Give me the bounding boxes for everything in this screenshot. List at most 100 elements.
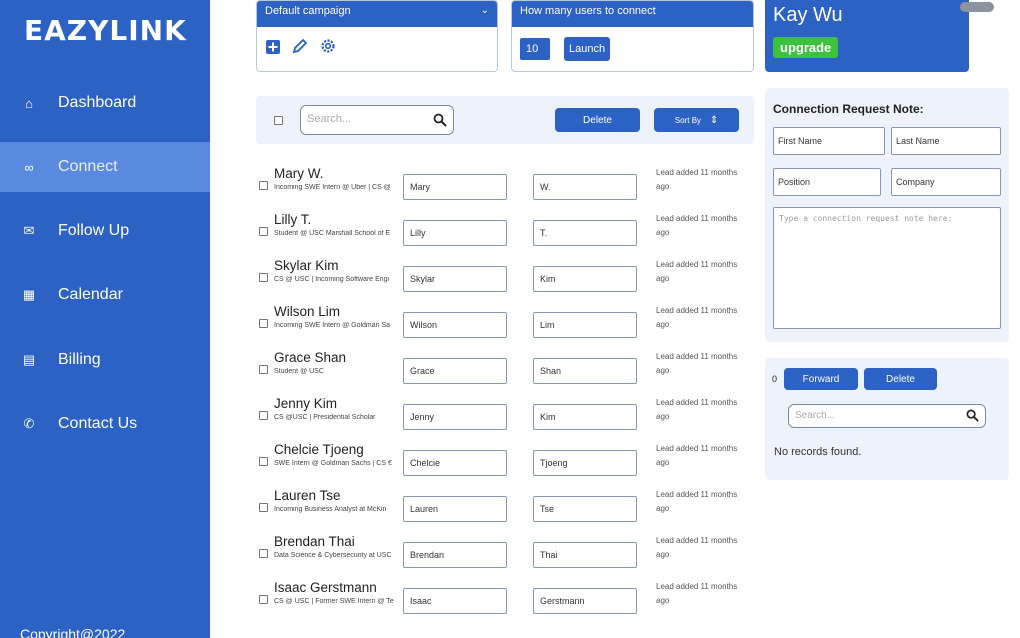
lead-headline: Student @ USC: [274, 368, 324, 375]
row-checkbox[interactable]: [259, 595, 268, 604]
sidebar-item-label: Follow Up: [58, 222, 130, 239]
lead-name: Grace Shan: [274, 350, 347, 365]
last-name-input[interactable]: Shan: [533, 358, 637, 384]
lead-headline: CS @ USC | Incoming Software Engi: [274, 276, 390, 283]
upgrade-button[interactable]: upgrade: [773, 37, 839, 58]
lead-added-time: Lead added 11 months ago: [656, 490, 738, 513]
first-name-input[interactable]: Lauren: [403, 496, 507, 522]
campaign-panel: Default campaign ⌄: [256, 0, 498, 72]
table-row: Chelcie Tjoeng SWE Intern @ Goldman Sachs…: [256, 442, 754, 488]
last-name-input[interactable]: Kim: [533, 404, 637, 430]
lead-name: Lauren Tse: [274, 488, 341, 503]
last-name-input[interactable]: Tjoeng: [533, 450, 637, 476]
row-checkbox[interactable]: [259, 181, 268, 190]
lead-name: Wilson Lim: [274, 304, 341, 319]
row-checkbox[interactable]: [259, 319, 268, 328]
table-row: Skylar Kim CS @ USC | Incoming Software E…: [256, 258, 754, 304]
first-name-input[interactable]: Lilly: [403, 220, 507, 246]
table-row: Mary W. Incoming SWE Intern @ Uber | CS @…: [256, 166, 754, 212]
last-name-input[interactable]: Kim: [533, 266, 637, 292]
first-name-input[interactable]: Jenny: [403, 404, 507, 430]
company-field[interactable]: Company: [891, 168, 1001, 196]
forward-delete-button[interactable]: Delete: [864, 368, 937, 390]
sidebar-item-dashboard[interactable]: ⌂ Dashboard: [0, 78, 210, 128]
empty-records-message: No records found.: [774, 446, 862, 458]
lead-added-time: Lead added 11 months ago: [656, 582, 738, 605]
last-name-input[interactable]: Thai: [533, 542, 637, 568]
connection-note-panel: Connection Request Note: First Name Last…: [765, 88, 1009, 342]
leads-search-input[interactable]: Search...: [300, 105, 454, 135]
row-checkbox[interactable]: [259, 411, 268, 420]
sidebar-item-label: Billing: [58, 351, 101, 368]
connection-note-textarea[interactable]: Type a connection request note here:: [773, 207, 1001, 329]
sort-by-button[interactable]: Sort By ⇕: [654, 108, 739, 132]
last-name-input[interactable]: Lim: [533, 312, 637, 338]
lead-added-time: Lead added 11 months ago: [656, 168, 738, 191]
lead-name: Chelcie Tjoeng: [274, 442, 364, 457]
pencil-icon[interactable]: [291, 37, 309, 55]
position-field[interactable]: Position: [773, 168, 881, 196]
row-checkbox[interactable]: [259, 365, 268, 374]
search-placeholder: Search...: [307, 113, 352, 125]
select-all-checkbox[interactable]: [274, 116, 283, 125]
last-name-input[interactable]: Tse: [533, 496, 637, 522]
lead-added-time: Lead added 11 months ago: [656, 444, 738, 467]
connect-panel-title: How many users to connect: [512, 1, 753, 27]
sidebar-item-label: Contact Us: [58, 415, 138, 432]
row-checkbox[interactable]: [259, 227, 268, 236]
plus-square-icon[interactable]: [265, 39, 281, 55]
lead-headline: CS @ USC | Former SWE Intern @ Te: [274, 598, 394, 605]
campaign-select[interactable]: Default campaign ⌄: [257, 1, 497, 27]
sidebar: EAZYLINK ⌂ Dashboard ∞ Connect ✉ Follow Up ▦ Ca…: [0, 0, 210, 638]
copyright: Copyright@2022: [20, 626, 126, 638]
lead-name: Lilly T.: [274, 212, 312, 227]
user-name: Kay Wu: [773, 4, 843, 26]
gear-icon[interactable]: [319, 37, 337, 55]
last-name-input[interactable]: W.: [533, 174, 637, 200]
table-row: Wilson Lim Incoming SWE Intern @ Goldman …: [256, 304, 754, 350]
delete-button[interactable]: Delete: [555, 108, 640, 132]
sidebar-item-label: Connect: [58, 158, 118, 175]
link-icon: ∞: [24, 159, 34, 175]
lead-name: Jenny Kim: [274, 396, 338, 411]
lead-name: Brendan Thai: [274, 534, 355, 549]
lead-name: Isaac Gerstmann: [274, 580, 377, 595]
forward-search-input[interactable]: Search...: [788, 404, 986, 428]
row-checkbox[interactable]: [259, 503, 268, 512]
launch-button[interactable]: Launch: [564, 37, 610, 61]
first-name-input[interactable]: Skylar: [403, 266, 507, 292]
first-name-input[interactable]: Wilson: [403, 312, 507, 338]
first-name-input[interactable]: Grace: [403, 358, 507, 384]
search-icon: [433, 113, 447, 127]
first-name-input[interactable]: Brendan: [403, 542, 507, 568]
forward-button[interactable]: Forward: [784, 368, 858, 390]
sidebar-item-billing[interactable]: ▤ Billing: [0, 335, 210, 385]
note-title: Connection Request Note:: [773, 102, 924, 116]
sidebar-item-calendar[interactable]: ▦ Calendar: [0, 270, 210, 320]
leads-toolbar: Search... Delete Sort By ⇕: [256, 96, 754, 144]
phone-icon: ✆: [23, 416, 35, 431]
sidebar-item-connect[interactable]: ∞ Connect: [0, 142, 210, 192]
table-row: Lauren Tse Incoming Business Analyst at M…: [256, 488, 754, 534]
toggle-handle[interactable]: [960, 2, 994, 12]
sidebar-item-label: Calendar: [58, 286, 123, 303]
sidebar-item-follow-up[interactable]: ✉ Follow Up: [0, 206, 210, 256]
row-checkbox[interactable]: [259, 457, 268, 466]
lead-headline: Incoming Business Analyst at McKin: [274, 506, 387, 513]
last-name-input[interactable]: T.: [533, 220, 637, 246]
first-name-input[interactable]: Chelcie: [403, 450, 507, 476]
first-name-input[interactable]: Mary: [403, 174, 507, 200]
connect-panel: How many users to connect 10 Launch: [511, 0, 754, 72]
row-checkbox[interactable]: [259, 273, 268, 282]
sidebar-item-label: Dashboard: [58, 94, 137, 111]
last-name-field[interactable]: Last Name: [891, 127, 1001, 155]
last-name-input[interactable]: Gerstmann: [533, 588, 637, 614]
table-row: Brendan Thai Data Science & Cybersecurity…: [256, 534, 754, 580]
first-name-field[interactable]: First Name: [773, 127, 885, 155]
first-name-input[interactable]: Isaac: [403, 588, 507, 614]
connect-count-input[interactable]: 10: [520, 38, 550, 60]
sidebar-item-contact-us[interactable]: ✆ Contact Us: [0, 399, 210, 449]
lead-headline: SWE Intern @ Goldman Sachs | CS €: [274, 460, 392, 467]
row-checkbox[interactable]: [259, 549, 268, 558]
lead-name: Mary W.: [274, 166, 324, 181]
